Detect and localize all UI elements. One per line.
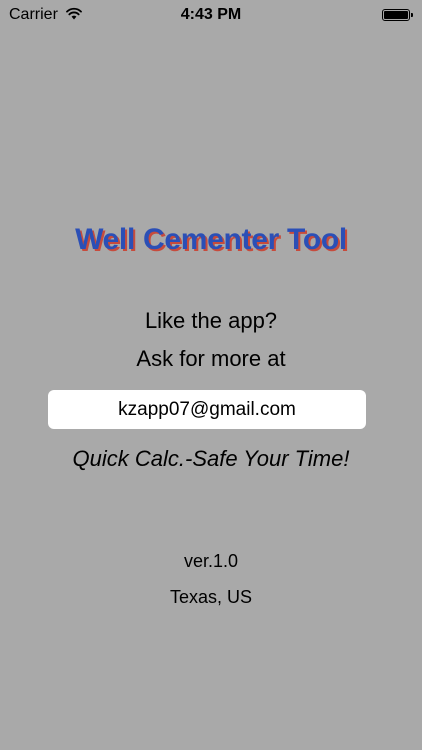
app-title: Well Cementer Tool [75, 223, 347, 256]
battery-tip [411, 13, 413, 17]
prompt-line-1: Like the app? [144, 308, 278, 333]
prompt-line-2: Ask for more at [136, 346, 286, 371]
tagline: Quick Calc.-Safe Your Time! [72, 446, 350, 471]
status-bar: Carrier 4:43 PM [0, 0, 422, 30]
version-label: ver.1.0 [183, 551, 239, 571]
email-field[interactable]: kzapp07@gmail.com [48, 390, 366, 429]
location-label: Texas, US [169, 587, 253, 607]
battery-icon [382, 9, 410, 21]
battery-level [384, 11, 408, 19]
status-time: 4:43 PM [180, 6, 242, 23]
